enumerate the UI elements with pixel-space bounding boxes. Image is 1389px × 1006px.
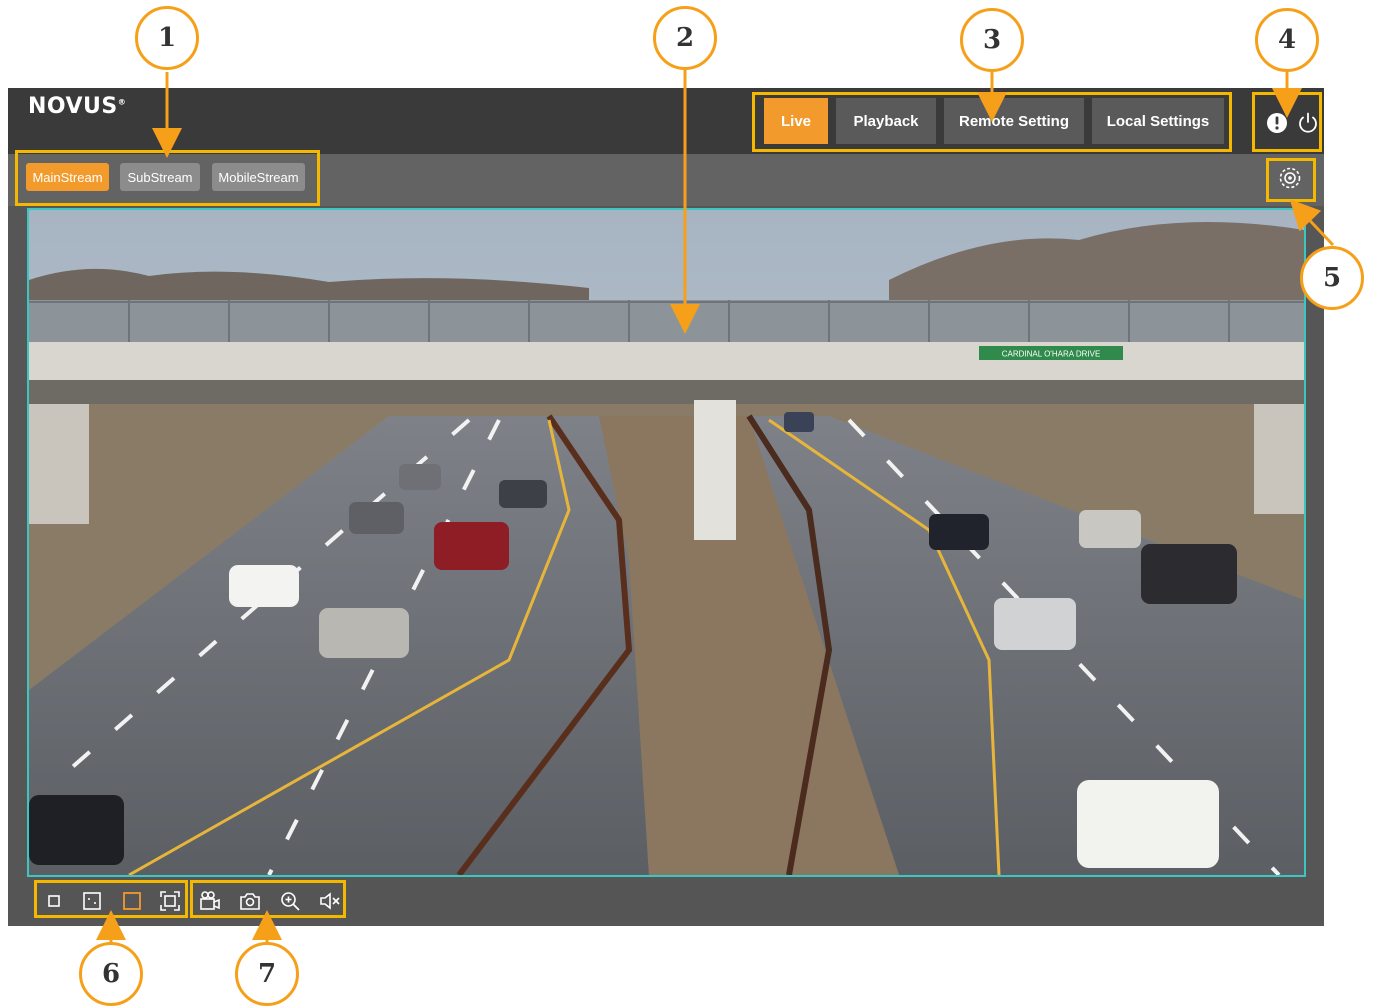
video-frame: CARDINAL O'HARA DRIVE xyxy=(29,210,1304,875)
digital-zoom-icon[interactable] xyxy=(278,889,302,913)
audio-muted-icon[interactable] xyxy=(318,889,342,913)
tab-playback[interactable]: Playback xyxy=(836,98,936,144)
tab-live[interactable]: Live xyxy=(764,98,828,144)
lens-control-icon[interactable] xyxy=(1279,167,1301,189)
annotation-badge-7: 7 xyxy=(235,942,299,1006)
stretch-icon[interactable] xyxy=(120,889,144,913)
power-icon[interactable] xyxy=(1296,111,1320,135)
original-size-icon[interactable] xyxy=(42,889,66,913)
fit-icon[interactable] xyxy=(80,889,104,913)
overpass-sign-text: CARDINAL O'HARA DRIVE xyxy=(1002,350,1101,359)
stream-main-button[interactable]: MainStream xyxy=(26,163,109,191)
stream-bar: MainStream SubStream MobileStream xyxy=(8,154,1324,206)
annotation-badge-1: 1 xyxy=(135,6,199,70)
top-bar: NOVUS® Live Playback Remote Setting Loca… xyxy=(8,88,1324,154)
annotation-badge-3: 3 xyxy=(960,8,1024,72)
fullscreen-icon[interactable] xyxy=(158,889,182,913)
web-client-window: NOVUS® Live Playback Remote Setting Loca… xyxy=(8,88,1324,926)
annotation-badge-2: 2 xyxy=(653,6,717,70)
tab-remote-setting[interactable]: Remote Setting xyxy=(944,98,1084,144)
tab-local-settings[interactable]: Local Settings xyxy=(1092,98,1224,144)
annotation-badge-4: 4 xyxy=(1255,8,1319,72)
video-toolbar xyxy=(8,881,1324,921)
snapshot-icon[interactable] xyxy=(238,889,262,913)
stream-sub-button[interactable]: SubStream xyxy=(120,163,200,191)
novus-logo: NOVUS® xyxy=(28,94,127,119)
annotation-badge-5: 5 xyxy=(1300,246,1364,310)
record-icon[interactable] xyxy=(198,889,222,913)
stream-mobile-button[interactable]: MobileStream xyxy=(212,163,305,191)
live-video-view[interactable]: CARDINAL O'HARA DRIVE xyxy=(27,208,1306,877)
annotation-badge-6: 6 xyxy=(79,942,143,1006)
alarm-exclamation-icon[interactable] xyxy=(1266,112,1288,134)
